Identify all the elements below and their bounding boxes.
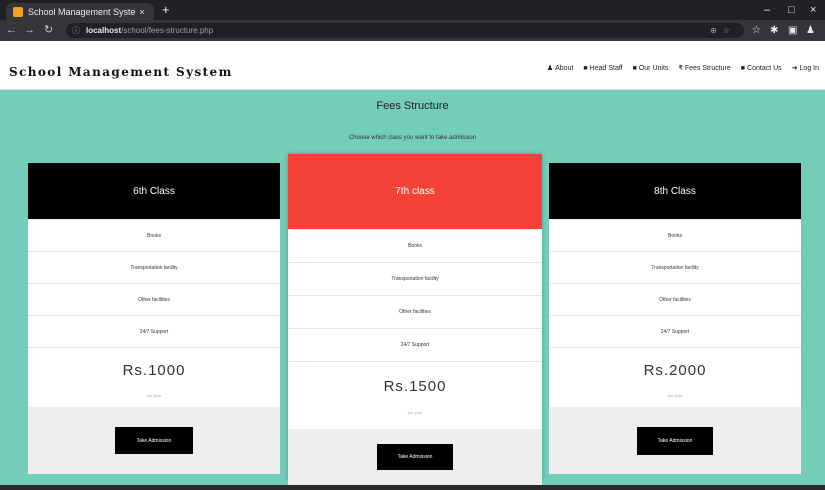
site-info-icon[interactable]: ⓘ <box>72 23 80 38</box>
menu-item-label: Contact Us <box>747 64 782 72</box>
menu-item-label: Log In <box>799 64 819 72</box>
plan-name: 7th class <box>288 154 542 229</box>
plan-price: Rs.1500 <box>288 361 542 410</box>
reload-icon[interactable]: ↻ <box>44 23 53 38</box>
menu-item-fees-structure[interactable]: ₹ Fees Structure <box>678 64 731 73</box>
address-bar-actions-icon[interactable]: ⊕☆ <box>710 23 736 38</box>
take-admission-button[interactable]: Take Admission <box>377 444 453 470</box>
site-header: School Management System ♟ About ■ Head St… <box>0 41 825 90</box>
browser-toolbar: ← → ↻ ⓘ localhost/school/fees-structure.… <box>0 20 825 41</box>
main-menu: ♟ About ■ Head Staff ■ Our Units ₹ Fees Stru… <box>546 64 819 73</box>
sidebar-icon[interactable]: ▣ <box>788 23 797 38</box>
plan-price-note: per year <box>667 393 683 398</box>
pricing-card-6th-class: 6th Class Books Transportation facility … <box>28 163 280 474</box>
plan-footer: Take Admission <box>288 429 542 485</box>
plan-name: 6th Class <box>28 163 280 219</box>
address-bar[interactable]: ⓘ localhost/school/fees-structure.php ⊕☆ <box>66 23 744 38</box>
plan-feature: Books <box>288 229 542 262</box>
plan-feature: Other facilities <box>28 283 280 315</box>
plan-feature: 24/7 Support <box>28 315 280 347</box>
address-host: localhost <box>86 26 122 35</box>
browser-tab-title: School Management System <box>28 6 136 17</box>
plan-price-note: per year <box>407 410 423 415</box>
bookmark-icon[interactable]: ☆ <box>752 23 761 38</box>
plan-feature: 24/7 Support <box>549 315 801 347</box>
login-icon: ➜ <box>791 65 798 72</box>
bottom-bar <box>0 485 825 490</box>
fees-section: Fees Structure Choose which class you wa… <box>0 90 825 485</box>
browser-tab-bar: School Management System × + – □ × <box>0 0 825 20</box>
rupee-icon: ₹ <box>678 65 683 72</box>
browser-tab[interactable]: School Management System × <box>6 3 154 20</box>
take-admission-button[interactable]: Take Admission <box>115 427 193 454</box>
menu-item-log-in[interactable]: ➜ Log In <box>791 64 819 73</box>
pricing-card-8th-class: 8th Class Books Transportation facility … <box>549 163 801 474</box>
maximize-icon[interactable]: □ <box>788 2 795 18</box>
menu-item-head-staff[interactable]: ■ Head Staff <box>583 64 622 72</box>
user-icon: ♟ <box>546 65 554 72</box>
address-path: /school/fees-structure.php <box>121 26 214 35</box>
menu-item-label: Head Staff <box>589 64 623 72</box>
plan-feature: 24/7 Support <box>288 328 542 361</box>
menu-item-about[interactable]: ♟ About <box>546 64 574 73</box>
plan-price-note: per year <box>146 393 162 398</box>
plan-footer: Take Admission <box>28 407 280 474</box>
menu-item-label: About <box>555 64 574 72</box>
page-subtitle: Choose which class you want to take admi… <box>348 135 477 141</box>
plan-name: 8th Class <box>549 163 801 219</box>
menu-item-contact-us[interactable]: ■ Contact Us <box>741 64 782 72</box>
menu-item-label: Our Units <box>638 64 669 72</box>
pricing-card-7th-class: 7th class Books Transportation facility … <box>288 154 542 485</box>
plan-feature: Transportation facility <box>28 251 280 283</box>
plan-feature: Other facilities <box>288 295 542 328</box>
plan-feature: Books <box>549 219 801 251</box>
minimize-icon[interactable]: – <box>764 2 770 18</box>
tab-close-icon[interactable]: × <box>136 7 148 17</box>
plan-footer: Take Admission <box>549 407 801 474</box>
plan-price: Rs.2000 <box>549 347 801 393</box>
plan-feature: Transportation facility <box>549 251 801 283</box>
plan-price: Rs.1000 <box>28 347 280 393</box>
extensions-icon[interactable]: ✱ <box>770 23 778 38</box>
page-title: Fees Structure <box>376 100 449 112</box>
menu-item-our-units[interactable]: ■ Our Units <box>633 64 669 72</box>
new-tab-icon[interactable]: + <box>162 2 170 18</box>
envelope-icon: ■ <box>740 64 746 72</box>
briefcase-icon: ■ <box>583 64 588 72</box>
plan-feature: Transportation facility <box>288 262 542 295</box>
plan-feature: Books <box>28 219 280 251</box>
site-brand[interactable]: School Management System <box>9 65 233 79</box>
profile-icon[interactable]: ♟ <box>806 23 815 38</box>
plan-feature: Other facilities <box>549 283 801 315</box>
menu-item-label: Fees Structure <box>684 64 731 72</box>
take-admission-button[interactable]: Take Admission <box>637 426 713 455</box>
site-favicon-icon <box>13 6 23 17</box>
forward-icon[interactable]: → <box>24 23 35 38</box>
back-icon[interactable]: ← <box>6 23 17 38</box>
book-icon: ■ <box>632 64 637 72</box>
close-window-icon[interactable]: × <box>810 2 816 18</box>
